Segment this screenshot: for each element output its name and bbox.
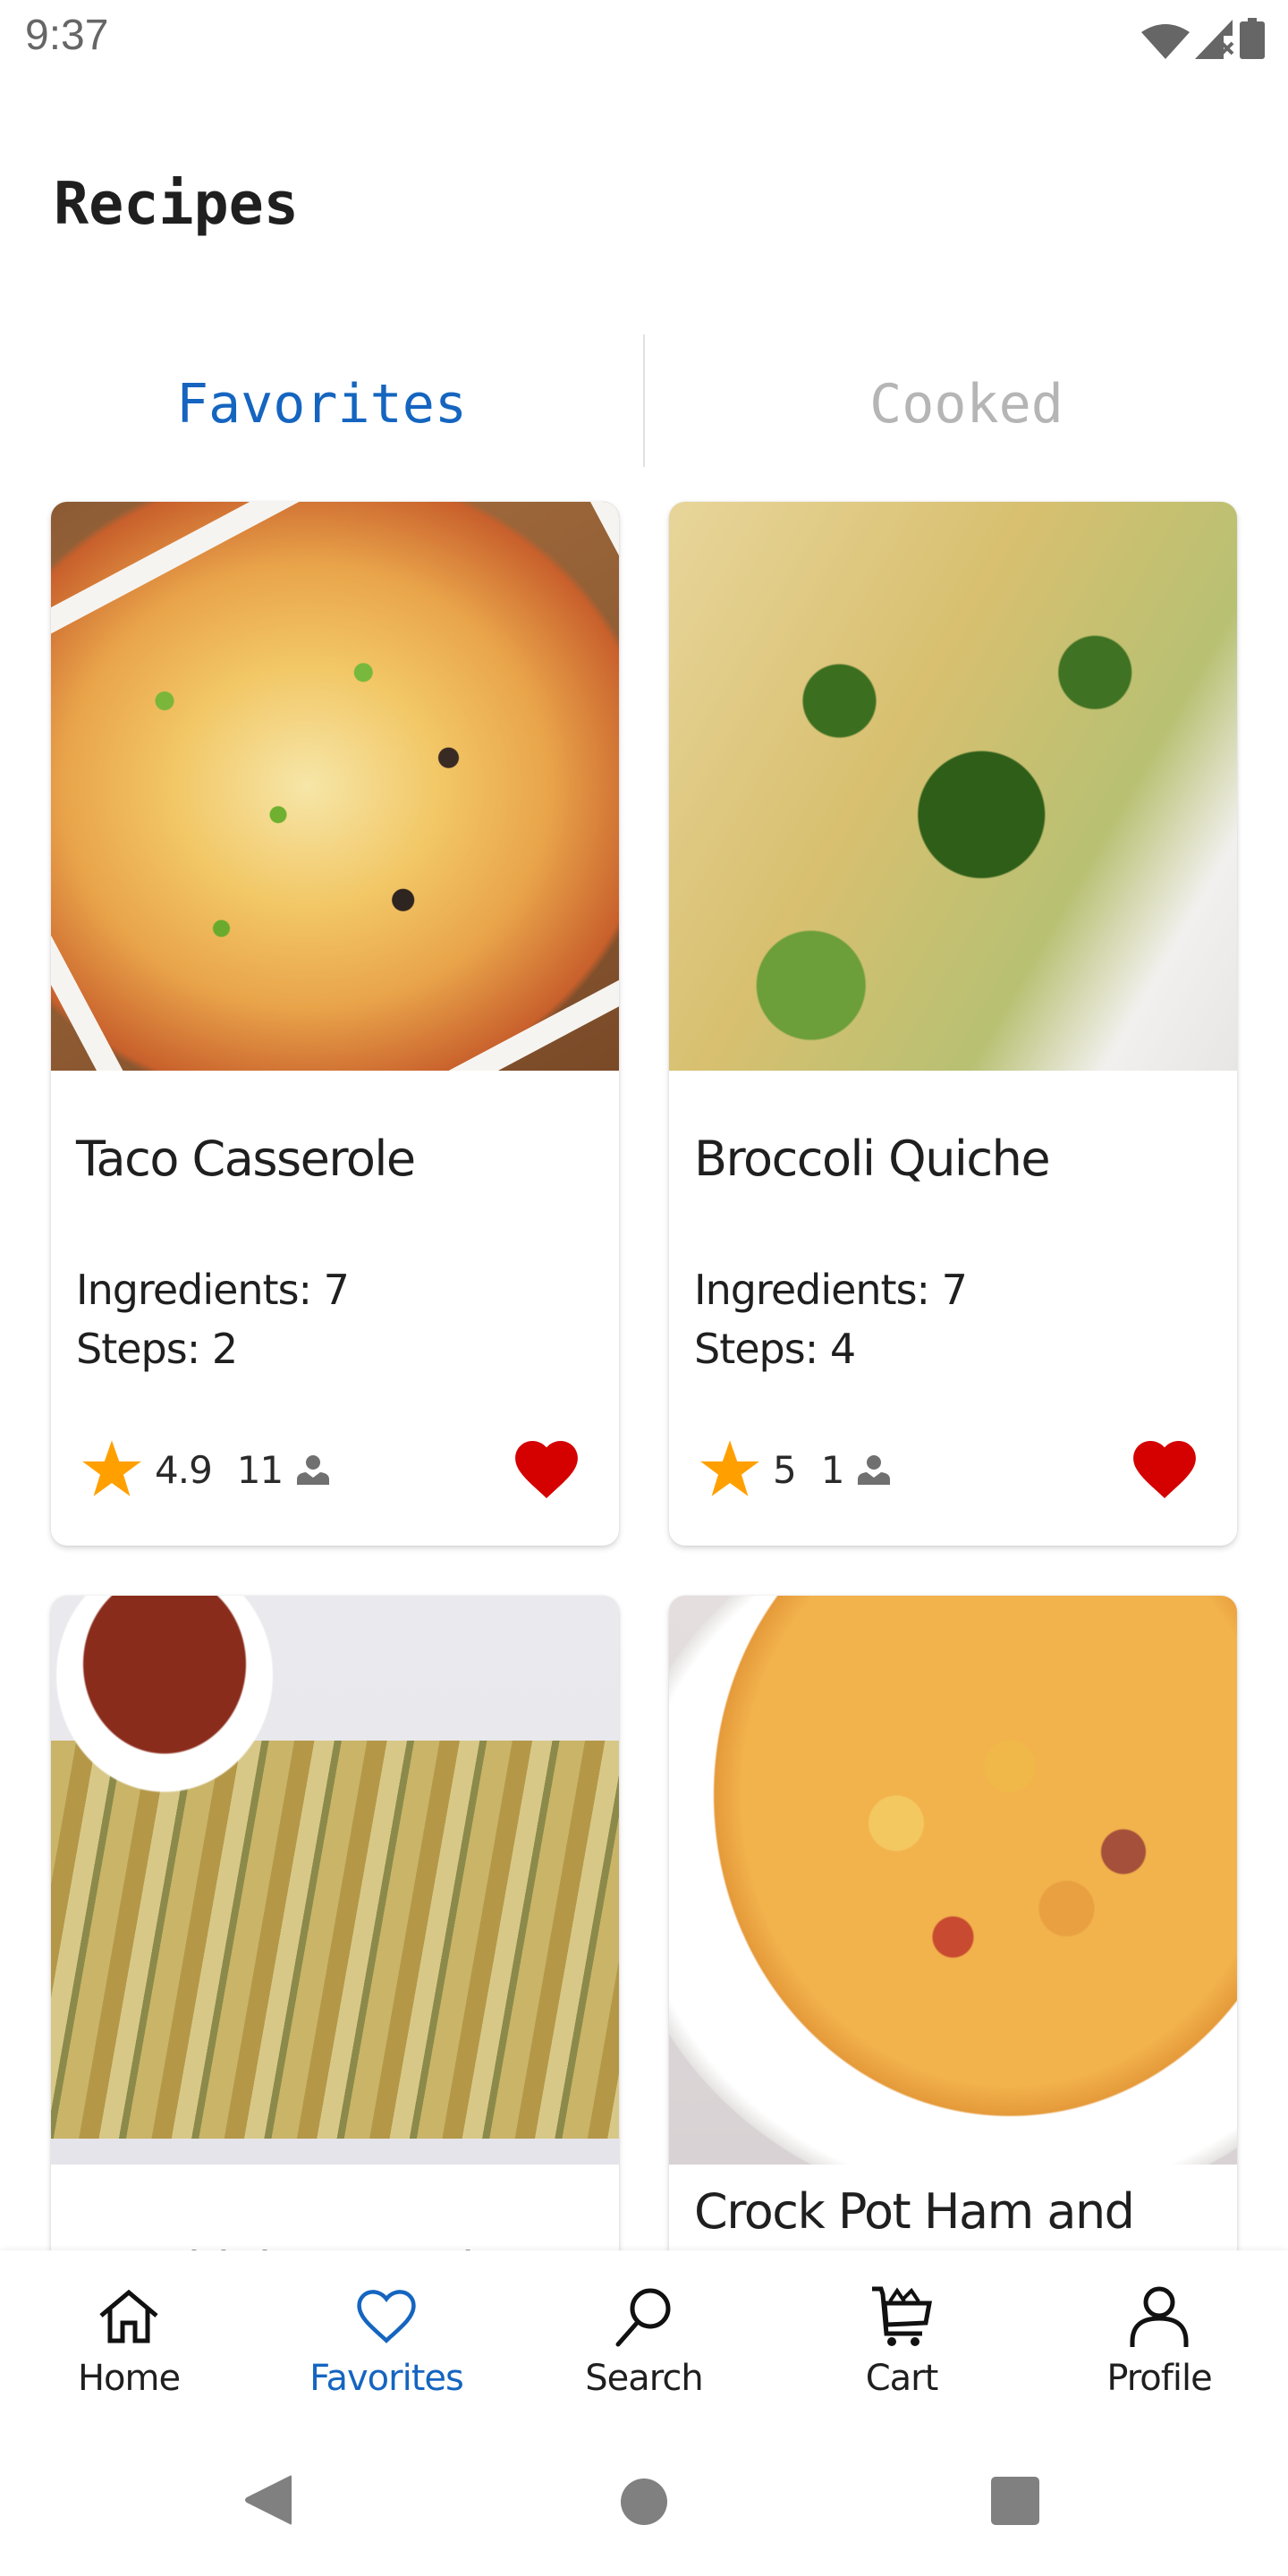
favorite-heart-button[interactable] — [515, 1441, 578, 1498]
recipe-image — [669, 502, 1237, 1071]
star-icon — [700, 1440, 759, 1496]
bottom-navigation: Home Favorites Search Cart Profile — [0, 2250, 1288, 2429]
nav-label: Cart — [865, 2358, 939, 2399]
cook-count: 1 — [820, 1447, 845, 1492]
tab-cooked[interactable]: Cooked — [645, 335, 1288, 467]
rating-value: 5 — [773, 1447, 797, 1492]
favorite-heart-button[interactable] — [1133, 1441, 1196, 1498]
nav-label: Profile — [1106, 2358, 1212, 2399]
star-icon — [82, 1440, 141, 1496]
recipe-card-footer: 4.9 11 — [81, 1437, 578, 1502]
cart-icon — [872, 2286, 932, 2346]
back-button[interactable] — [243, 2474, 293, 2526]
status-bar: 9:37 — [0, 0, 1288, 75]
nav-item-cart[interactable]: Cart — [773, 2250, 1030, 2429]
tab-favorites[interactable]: Favorites — [0, 335, 643, 467]
recipe-title: Taco Casserole — [76, 1131, 416, 1187]
recipe-ingredients-count: Ingredients: 7 — [76, 1266, 350, 1314]
nav-item-profile[interactable]: Profile — [1030, 2250, 1288, 2429]
nav-label: Search — [585, 2358, 703, 2399]
nav-item-favorites[interactable]: Favorites — [258, 2250, 515, 2429]
recents-button[interactable] — [991, 2477, 1039, 2525]
recipe-title: Broccoli Quiche — [694, 1131, 1051, 1187]
recipe-title: Crock Pot Ham and — [694, 2183, 1135, 2240]
cook-count: 11 — [236, 1447, 284, 1492]
status-icons — [1141, 16, 1265, 59]
nav-label: Home — [77, 2358, 181, 2399]
recipe-steps-count: Steps: 4 — [694, 1325, 856, 1373]
search-icon — [615, 2288, 671, 2347]
person-icon — [297, 1455, 330, 1485]
recipe-image — [51, 1596, 619, 2165]
cell-signal-no-data-icon — [1195, 20, 1234, 59]
person-icon — [858, 1455, 891, 1485]
wifi-icon — [1141, 24, 1190, 59]
recipe-card[interactable]: Broccoli Quiche Ingredients: 7 Steps: 4 … — [669, 502, 1237, 1546]
page-title: Recipes — [54, 171, 299, 238]
recipe-image — [51, 502, 619, 1071]
rating-value: 4.9 — [155, 1447, 213, 1492]
status-time: 9:37 — [25, 12, 109, 59]
heart-outline-icon — [357, 2290, 416, 2343]
battery-icon — [1240, 18, 1265, 59]
recipe-ingredients-count: Ingredients: 7 — [694, 1266, 968, 1314]
recipe-tabs: Favorites Cooked — [0, 335, 1288, 467]
recipe-card[interactable]: Taco Casserole Ingredients: 7 Steps: 2 4… — [51, 502, 619, 1546]
home-icon — [99, 2289, 158, 2343]
home-button[interactable] — [621, 2479, 667, 2525]
nav-item-search[interactable]: Search — [515, 2250, 773, 2429]
recipe-image — [669, 1596, 1237, 2165]
nav-label: Favorites — [309, 2358, 464, 2399]
recipe-steps-count: Steps: 2 — [76, 1325, 238, 1373]
person-outline-icon — [1130, 2286, 1189, 2347]
system-navigation-bar — [0, 2429, 1288, 2576]
nav-item-home[interactable]: Home — [0, 2250, 258, 2429]
recipe-card-footer: 5 1 — [699, 1437, 1196, 1502]
